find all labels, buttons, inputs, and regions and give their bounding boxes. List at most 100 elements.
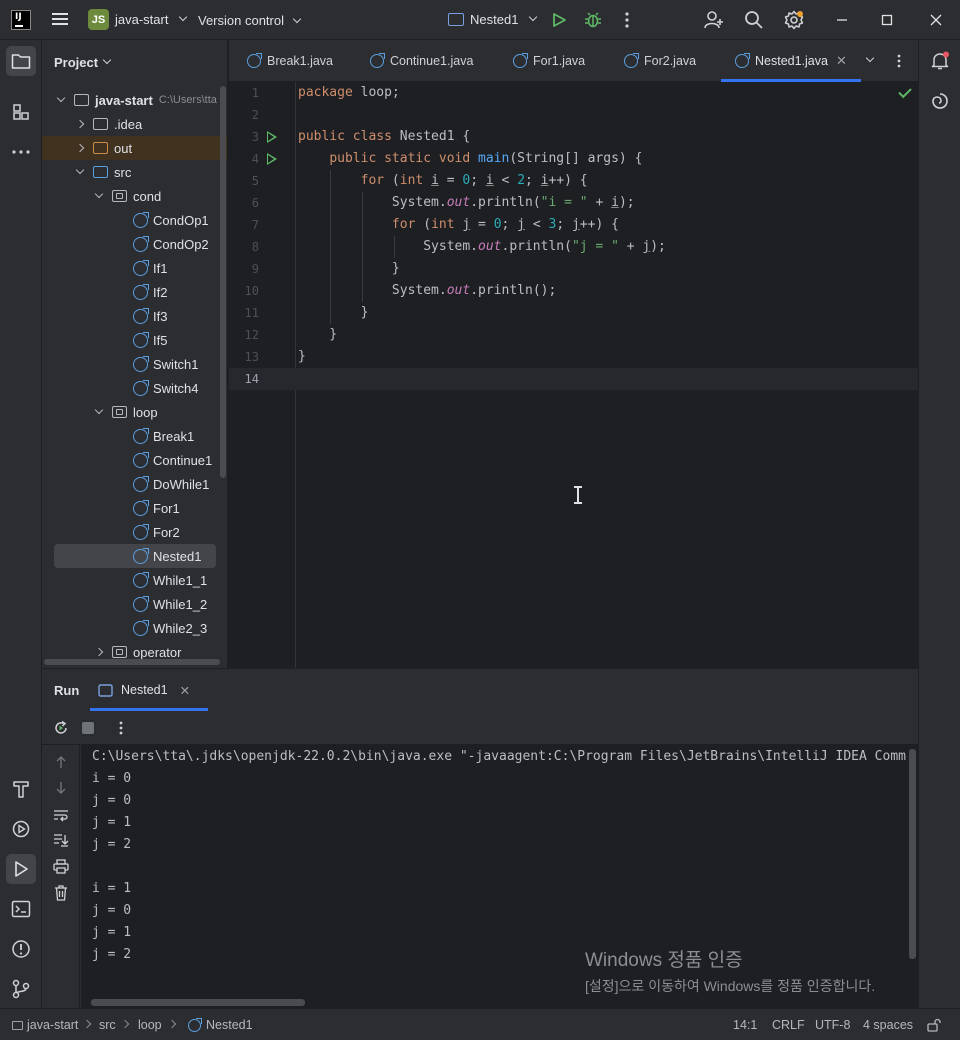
tree-item-switch1[interactable]: Switch1 bbox=[42, 352, 227, 376]
breadcrumb-project[interactable]: java-start bbox=[12, 1018, 78, 1032]
print-button[interactable] bbox=[53, 859, 69, 877]
tree-item-dowhile1[interactable]: DoWhile1 bbox=[42, 472, 227, 496]
file-encoding[interactable]: UTF-8 bbox=[815, 1018, 850, 1032]
breadcrumb-nested1[interactable]: Nested1 bbox=[188, 1017, 253, 1032]
tree-item-out[interactable]: out bbox=[42, 136, 227, 160]
expand-arrow-icon[interactable] bbox=[75, 165, 85, 175]
project-tool-button[interactable] bbox=[6, 46, 36, 76]
run-config-selector[interactable]: Nested1 bbox=[448, 12, 538, 27]
indent-setting[interactable]: 4 spaces bbox=[863, 1018, 913, 1032]
more-actions-button[interactable] bbox=[617, 10, 637, 30]
main-menu-icon[interactable] bbox=[50, 10, 70, 30]
class-icon bbox=[133, 307, 149, 324]
tree-item-cond[interactable]: cond bbox=[42, 184, 227, 208]
tree-item-if3[interactable]: If3 bbox=[42, 304, 227, 328]
maximize-button[interactable] bbox=[877, 10, 897, 30]
close-tab-icon[interactable]: ✕ bbox=[836, 53, 847, 69]
tree-root[interactable]: java-start C:\Users\tta bbox=[42, 88, 227, 112]
ai-assistant-button[interactable] bbox=[925, 86, 955, 116]
tree-item-while1-2[interactable]: While1_2 bbox=[42, 592, 227, 616]
expand-arrow-icon[interactable] bbox=[94, 405, 104, 415]
run-gutter-icon[interactable] bbox=[267, 131, 277, 143]
run-tool-button[interactable] bbox=[6, 854, 36, 884]
tree-item-continue1[interactable]: Continue1 bbox=[42, 448, 227, 472]
line-separator[interactable]: CRLF bbox=[772, 1018, 805, 1032]
breadcrumb-loop[interactable]: loop bbox=[138, 1018, 162, 1032]
tab-continue1[interactable]: Continue1.java bbox=[370, 40, 473, 82]
tree-item-idea[interactable]: .idea bbox=[42, 112, 227, 136]
soft-wrap-button[interactable] bbox=[53, 808, 69, 825]
status-bar: java-start src loop Nested1 14:1 CRLF UT… bbox=[0, 1008, 960, 1040]
close-tab-icon[interactable]: ✕ bbox=[180, 683, 190, 698]
project-vertical-scrollbar[interactable] bbox=[220, 86, 226, 478]
tree-item-condop2[interactable]: CondOp2 bbox=[42, 232, 227, 256]
intellij-logo-icon[interactable] bbox=[11, 10, 31, 30]
expand-arrow-icon[interactable] bbox=[75, 119, 85, 129]
code-line: 1 package loop; bbox=[229, 82, 918, 104]
expand-arrow-icon[interactable] bbox=[94, 647, 104, 657]
code-editor[interactable]: 1 package loop; 2 3 public class Nested1 {… bbox=[229, 82, 918, 668]
tree-item-if2[interactable]: If2 bbox=[42, 280, 227, 304]
close-window-button[interactable] bbox=[926, 10, 946, 30]
git-tool-button[interactable] bbox=[6, 974, 36, 1004]
tree-item-nested1[interactable]: Nested1 bbox=[54, 544, 216, 568]
minimize-button[interactable] bbox=[832, 10, 852, 30]
console-horizontal-scrollbar[interactable] bbox=[91, 999, 305, 1006]
scroll-to-end-button[interactable] bbox=[53, 833, 69, 850]
run-tab-nested1[interactable]: Nested1 ✕ bbox=[89, 669, 209, 711]
scroll-up-button[interactable] bbox=[54, 755, 68, 772]
settings-button[interactable] bbox=[784, 10, 804, 30]
scroll-down-button[interactable] bbox=[54, 781, 68, 798]
notifications-button[interactable] bbox=[925, 46, 955, 76]
console-line: i = 1 bbox=[92, 881, 132, 896]
run-button[interactable] bbox=[549, 10, 569, 30]
terminal-tool-button[interactable] bbox=[6, 894, 36, 924]
left-tool-strip bbox=[0, 40, 42, 1008]
expand-arrow-icon[interactable] bbox=[75, 143, 85, 153]
search-button[interactable] bbox=[744, 10, 764, 30]
run-gutter-icon[interactable] bbox=[267, 153, 277, 165]
tab-label: Break1.java bbox=[267, 54, 334, 68]
structure-tool-button[interactable] bbox=[6, 97, 36, 127]
tree-item-switch4[interactable]: Switch4 bbox=[42, 376, 227, 400]
tree-item-break1[interactable]: Break1 bbox=[42, 424, 227, 448]
readonly-toggle[interactable] bbox=[927, 1018, 941, 1035]
stop-icon[interactable] bbox=[82, 722, 94, 734]
tree-item-loop[interactable]: loop bbox=[42, 400, 227, 424]
more-tools-button[interactable] bbox=[6, 137, 36, 167]
console-output[interactable]: C:\Users\tta\.jdks\openjdk-22.0.2\bin\ja… bbox=[81, 745, 918, 1009]
clear-console-button[interactable] bbox=[54, 885, 68, 904]
tree-item-while2-3[interactable]: While2_3 bbox=[42, 616, 227, 640]
build-tool-button[interactable] bbox=[6, 774, 36, 804]
console-vertical-scrollbar[interactable] bbox=[909, 749, 916, 959]
code-text: public class Nested1 { bbox=[298, 129, 471, 144]
class-icon bbox=[133, 523, 149, 540]
tree-item-if1[interactable]: If1 bbox=[42, 256, 227, 280]
tab-break1[interactable]: Break1.java bbox=[247, 40, 333, 82]
rerun-button[interactable] bbox=[53, 720, 69, 739]
project-panel-header[interactable]: Project bbox=[54, 55, 112, 70]
tree-item-for2[interactable]: For2 bbox=[42, 520, 227, 544]
tree-item-if5[interactable]: If5 bbox=[42, 328, 227, 352]
tree-item-condop1[interactable]: CondOp1 bbox=[42, 208, 227, 232]
tab-for1[interactable]: For1.java bbox=[513, 40, 585, 82]
debug-button[interactable] bbox=[583, 10, 603, 30]
add-user-button[interactable] bbox=[704, 10, 724, 30]
expand-arrow-icon[interactable] bbox=[56, 93, 66, 103]
tab-nested1[interactable]: Nested1.java ✕ bbox=[721, 40, 861, 82]
tab-options-button[interactable] bbox=[897, 40, 901, 82]
project-horizontal-scrollbar[interactable] bbox=[44, 659, 220, 665]
run-more-button[interactable] bbox=[119, 721, 123, 738]
breadcrumb-src[interactable]: src bbox=[99, 1018, 116, 1032]
tree-item-src[interactable]: src bbox=[42, 160, 227, 184]
tree-item-for1[interactable]: For1 bbox=[42, 496, 227, 520]
version-control-menu[interactable]: Version control bbox=[198, 13, 301, 28]
tab-list-button[interactable] bbox=[865, 40, 875, 82]
tree-item-while1-1[interactable]: While1_1 bbox=[42, 568, 227, 592]
expand-arrow-icon[interactable] bbox=[94, 189, 104, 199]
caret-position[interactable]: 14:1 bbox=[733, 1018, 757, 1032]
project-selector[interactable]: JS java-start bbox=[88, 9, 188, 30]
services-tool-button[interactable] bbox=[6, 814, 36, 844]
tab-for2[interactable]: For2.java bbox=[624, 40, 696, 82]
problems-tool-button[interactable] bbox=[6, 934, 36, 964]
